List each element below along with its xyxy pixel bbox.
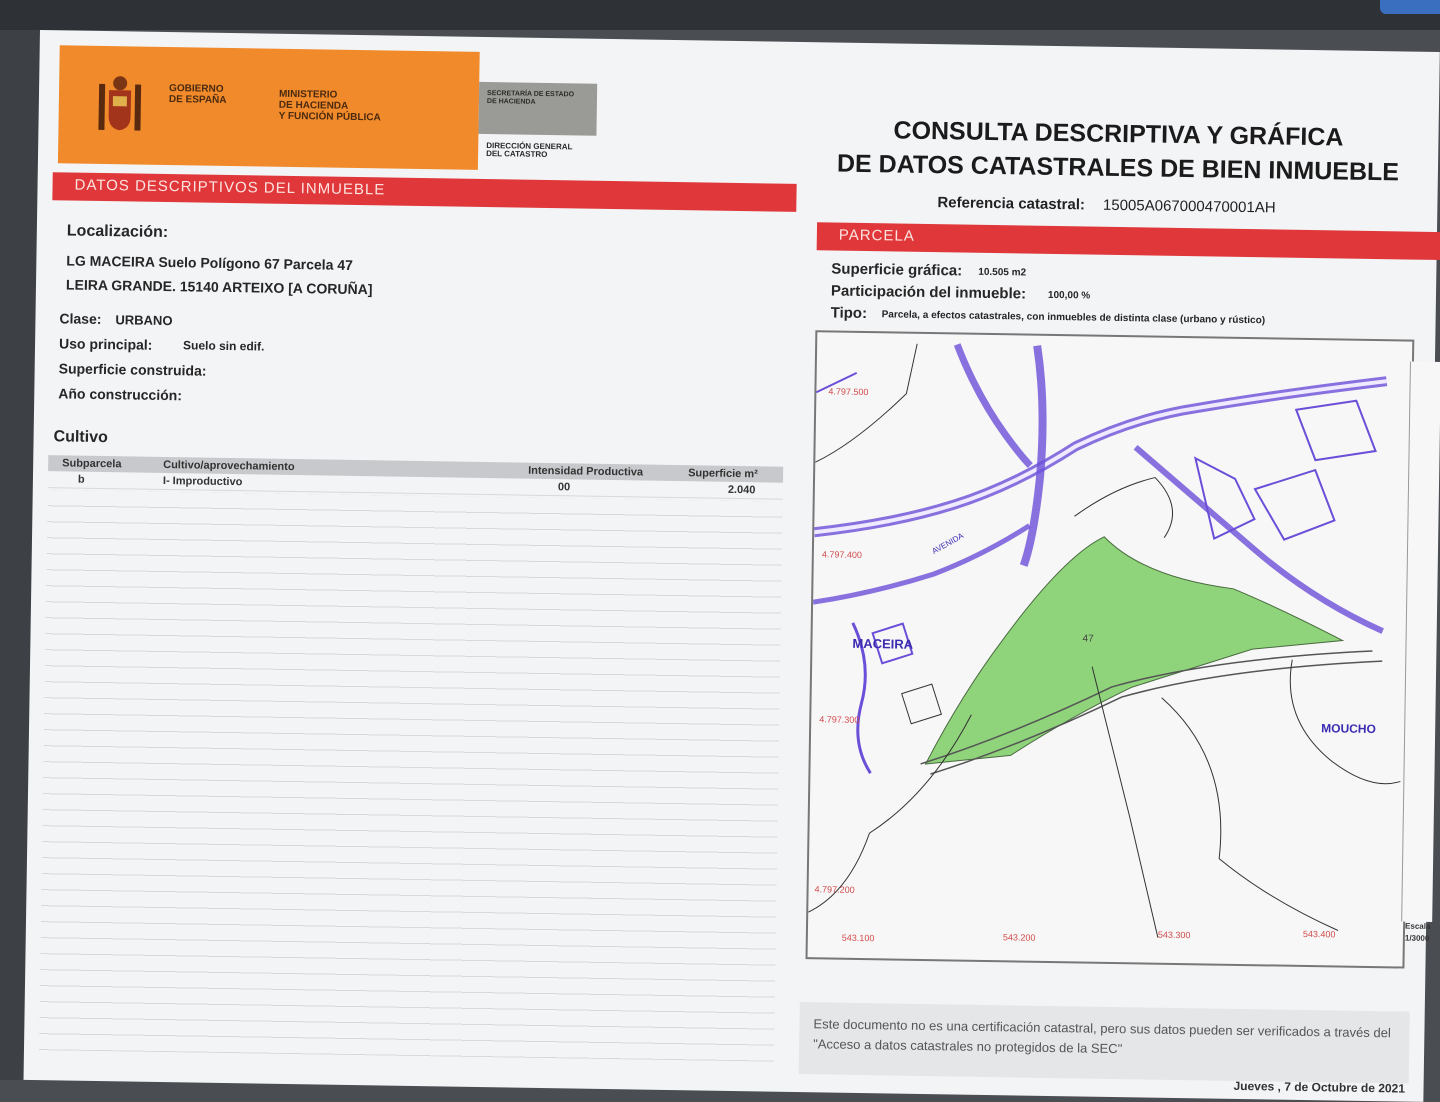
coat-of-arms-icon <box>98 76 142 131</box>
document-date: Jueves , 7 de Octubre de 2021 <box>1233 1078 1406 1096</box>
col-intensidad: Intensidad Productiva <box>528 464 644 479</box>
map-coord-x1: 543.100 <box>842 933 875 944</box>
monitor-bezel-top <box>0 0 1440 30</box>
secretaria-box: SECRETARÍA DE ESTADO DE HACIENDA <box>478 81 598 136</box>
secretaria-text: SECRETARÍA DE ESTADO DE HACIENDA <box>486 90 575 106</box>
empty-table-rows <box>38 490 783 1062</box>
uso-principal-label: Uso principal: <box>58 335 153 353</box>
cadastral-map[interactable]: MACEIRA MOUCHO 47 AVENIDA 4.797.500 4.79… <box>805 330 1415 969</box>
cell-subparcela: b <box>77 473 85 486</box>
map-coord-x2: 543.200 <box>1003 932 1036 943</box>
parcela-header: PARCELA <box>816 222 1440 261</box>
gobierno-text: GOBIERNO DE ESPAÑA <box>168 83 227 106</box>
participacion-value: 100,00 % <box>1047 289 1091 302</box>
map-label-avenida: AVENIDA <box>930 531 965 556</box>
map-coord-x4: 543.400 <box>1303 929 1336 940</box>
tipo-label: Tipo: <box>830 304 868 323</box>
superficie-grafica-label: Superficie gráfica: <box>831 260 963 280</box>
escala-label: Escala <box>1405 921 1431 931</box>
map-label-moucho: MOUCHO <box>1321 721 1376 736</box>
document-title: CONSULTA DESCRIPTIVA Y GRÁFICA DE DATOS … <box>798 112 1439 190</box>
cell-intensidad: 00 <box>557 481 571 494</box>
superficie-grafica-value: 10.505 m2 <box>978 266 1027 279</box>
government-header: GOBIERNO DE ESPAÑA MINISTERIO DE HACIEND… <box>57 45 480 170</box>
map-coord-y4: 4.797.200 <box>815 884 855 895</box>
cell-cultivo: I- Improductivo <box>162 474 243 489</box>
localizacion-label: Localización: <box>66 222 169 242</box>
map-coord-y1: 4.797.500 <box>828 386 868 397</box>
ref-label: Referencia catastral: <box>937 194 1086 214</box>
map-coord-y3: 4.797.300 <box>819 714 859 725</box>
superficie-construida-label: Superficie construida: <box>58 360 207 379</box>
disclaimer-note: Este documento no es una certificación c… <box>798 1002 1410 1084</box>
map-coord-x3: 543.300 <box>1158 930 1191 941</box>
address-line-1: LG MACEIRA Suelo Polígono 67 Parcela 47 <box>66 252 354 273</box>
map-label-maceira: MACEIRA <box>852 636 914 652</box>
col-superficie: Superficie m² <box>688 467 758 481</box>
map-drawing: MACEIRA MOUCHO 47 AVENIDA 4.797.500 4.79… <box>808 343 1401 944</box>
uso-principal-value: Suelo sin edif. <box>182 338 265 354</box>
corner-button[interactable] <box>1380 0 1440 14</box>
col-cultivo: Cultivo/aprovechamiento <box>163 458 295 474</box>
map-coord-y2: 4.797.400 <box>822 549 862 560</box>
datos-descriptivos-header: DATOS DESCRIPTIVOS DEL INMUEBLE <box>52 172 797 212</box>
participacion-label: Participación del inmueble: <box>830 282 1027 303</box>
direccion-text: DIRECCIÓN GENERAL DEL CATASTRO <box>486 141 573 159</box>
ministerio-text: MINISTERIO DE HACIENDA Y FUNCIÓN PÚBLICA <box>278 88 381 124</box>
referencia-catastral: Referencia catastral: 15005A067000470001A… <box>937 194 1275 216</box>
col-subparcela: Subparcela <box>62 457 122 471</box>
clase-label: Clase: <box>59 310 102 328</box>
escala-value: 1/3000 <box>1404 933 1430 943</box>
anio-construccion-label: Año construcción: <box>58 385 183 404</box>
clase-value: URBANO <box>115 312 173 329</box>
tipo-value: Parcela, a efectos catastrales, con inmu… <box>881 309 1266 327</box>
cell-superficie: 2.040 <box>727 483 756 497</box>
catastro-document: GOBIERNO DE ESPAÑA MINISTERIO DE HACIEND… <box>23 30 1440 1102</box>
cultivo-title: Cultivo <box>53 428 108 447</box>
ref-value: 15005A067000470001AH <box>1102 196 1276 217</box>
address-line-2: LEIRA GRANDE. 15140 ARTEIXO [A CORUÑA] <box>65 276 373 298</box>
map-label-parcel: 47 <box>1082 633 1094 644</box>
